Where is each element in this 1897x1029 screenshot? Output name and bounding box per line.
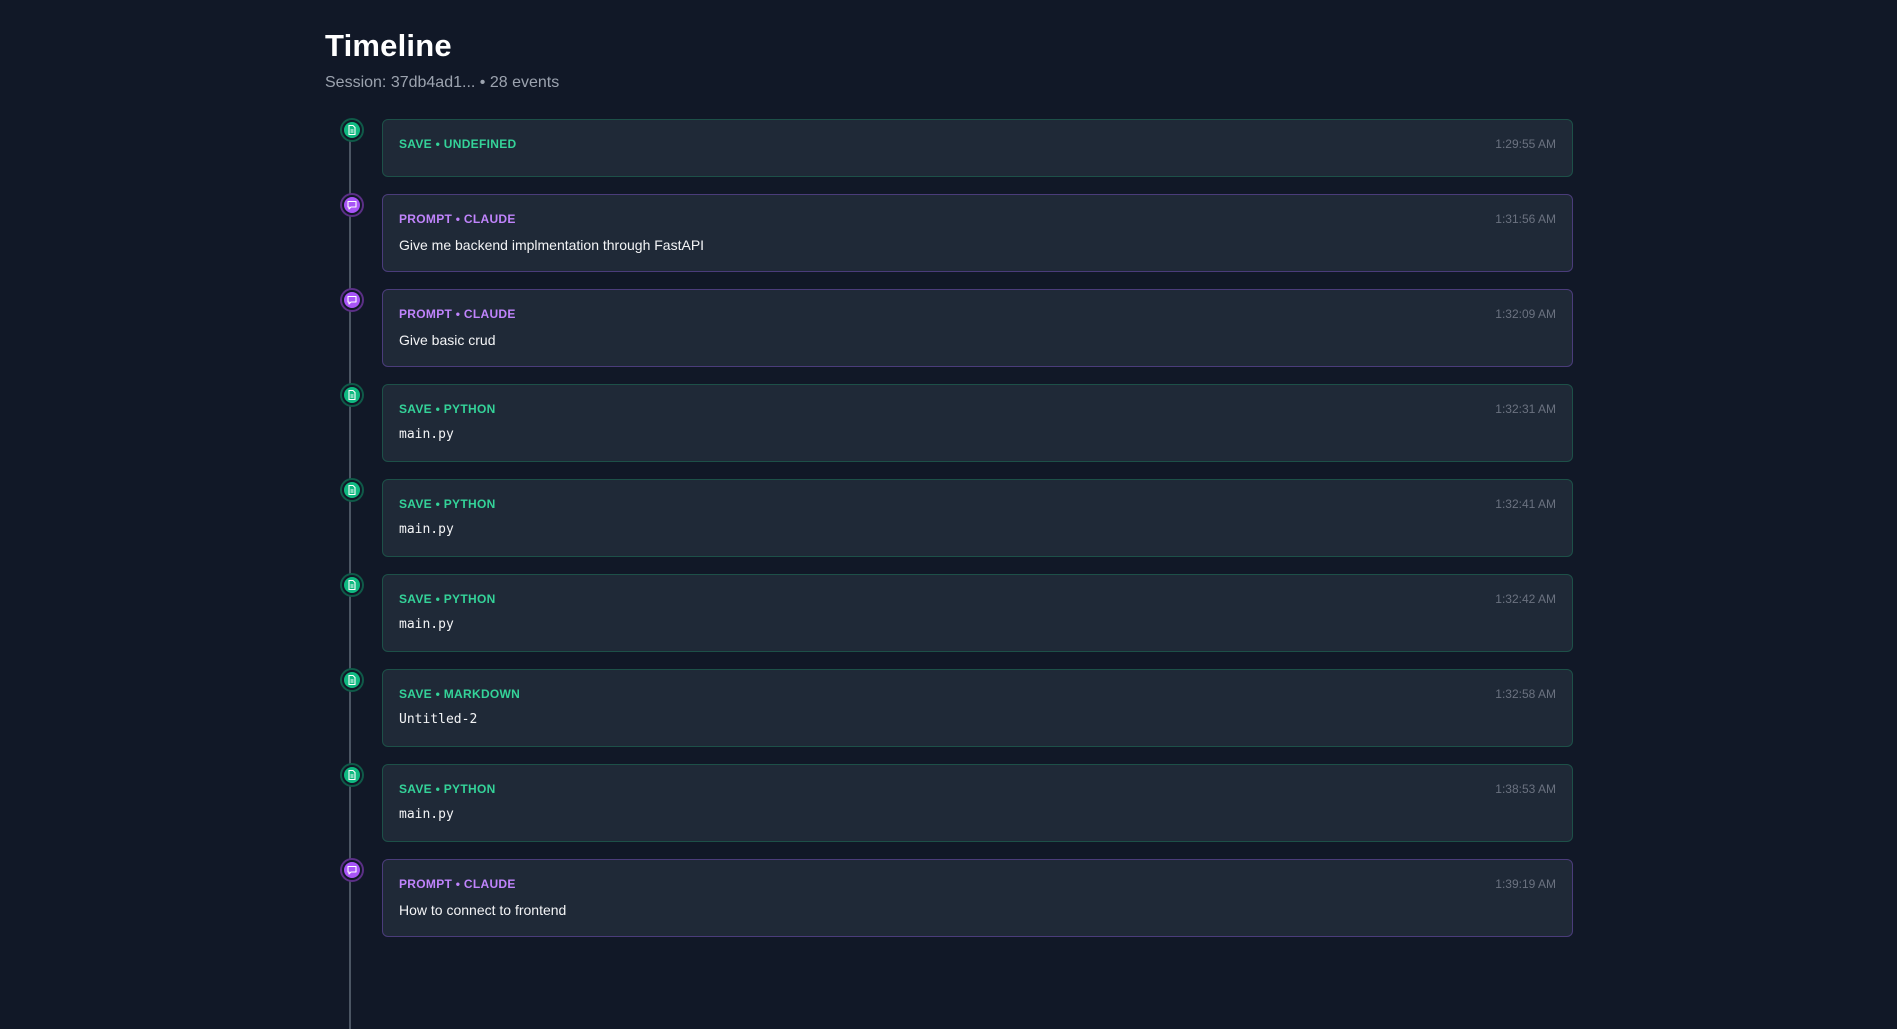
event-type-label: PROMPT • CLAUDE [399, 212, 516, 226]
event-type-label: SAVE • PYTHON [399, 592, 496, 606]
event-timestamp: 1:32:09 AM [1495, 307, 1556, 321]
session-summary: Session: 37db4ad1... • 28 events [325, 74, 560, 91]
page-title: Timeline [325, 28, 452, 63]
chat-bubble-icon [342, 290, 362, 310]
event-timestamp: 1:32:41 AM [1495, 497, 1556, 511]
timeline-list: SAVE • UNDEFINED 1:29:55 AM PROMPT • CLA… [325, 119, 1573, 1029]
timeline-event-save[interactable]: SAVE • UNDEFINED 1:29:55 AM [342, 119, 1573, 177]
event-timestamp: 1:29:55 AM [1495, 137, 1556, 151]
event-type-label: PROMPT • CLAUDE [399, 877, 516, 891]
event-timestamp: 1:32:58 AM [1495, 687, 1556, 701]
event-file-name: main.py [399, 617, 454, 632]
event-type-label: SAVE • PYTHON [399, 402, 496, 416]
file-icon [342, 480, 362, 500]
chat-bubble-icon [342, 860, 362, 880]
event-file-name: main.py [399, 807, 454, 822]
event-prompt-text: How to connect to frontend [399, 902, 567, 918]
timeline-event-prompt[interactable]: PROMPT • CLAUDE 1:31:56 AM Give me backe… [342, 194, 1573, 272]
file-icon [342, 385, 362, 405]
file-icon [342, 765, 362, 785]
event-prompt-text: Give basic crud [399, 332, 496, 348]
event-type-label: SAVE • MARKDOWN [399, 687, 521, 701]
file-icon [342, 670, 362, 690]
timeline-event-save[interactable]: SAVE • PYTHON 1:32:42 AM main.py [342, 574, 1573, 652]
event-timestamp: 1:39:19 AM [1495, 877, 1556, 891]
event-type-label: SAVE • PYTHON [399, 782, 496, 796]
timeline-event-prompt[interactable]: PROMPT • CLAUDE 1:39:19 AM How to connec… [342, 859, 1573, 937]
timeline-event-save[interactable]: SAVE • PYTHON 1:32:31 AM main.py [342, 384, 1573, 462]
file-icon [342, 575, 362, 595]
event-timestamp: 1:38:53 AM [1495, 782, 1556, 796]
event-type-label: PROMPT • CLAUDE [399, 307, 516, 321]
event-timestamp: 1:32:31 AM [1495, 402, 1556, 416]
file-icon [342, 120, 362, 140]
timeline-event-prompt[interactable]: PROMPT • CLAUDE 1:32:09 AM Give basic cr… [342, 289, 1573, 367]
event-file-name: main.py [399, 522, 454, 537]
timeline-event-save[interactable]: SAVE • PYTHON 1:32:41 AM main.py [342, 479, 1573, 557]
timeline-event-save[interactable]: SAVE • MARKDOWN 1:32:58 AM Untitled-2 [342, 669, 1573, 747]
event-type-label: SAVE • PYTHON [399, 497, 496, 511]
event-type-label: SAVE • UNDEFINED [399, 137, 517, 151]
timeline-page: Timeline Session: 37db4ad1... • 28 event… [325, 0, 1573, 1029]
event-timestamp: 1:31:56 AM [1495, 212, 1556, 226]
event-prompt-text: Give me backend implmentation through Fa… [399, 237, 705, 253]
event-file-name: Untitled-2 [399, 712, 478, 727]
event-file-name: main.py [399, 427, 454, 442]
chat-bubble-icon [342, 195, 362, 215]
event-timestamp: 1:32:42 AM [1495, 592, 1556, 606]
timeline-event-save[interactable]: SAVE • PYTHON 1:38:53 AM main.py [342, 764, 1573, 842]
